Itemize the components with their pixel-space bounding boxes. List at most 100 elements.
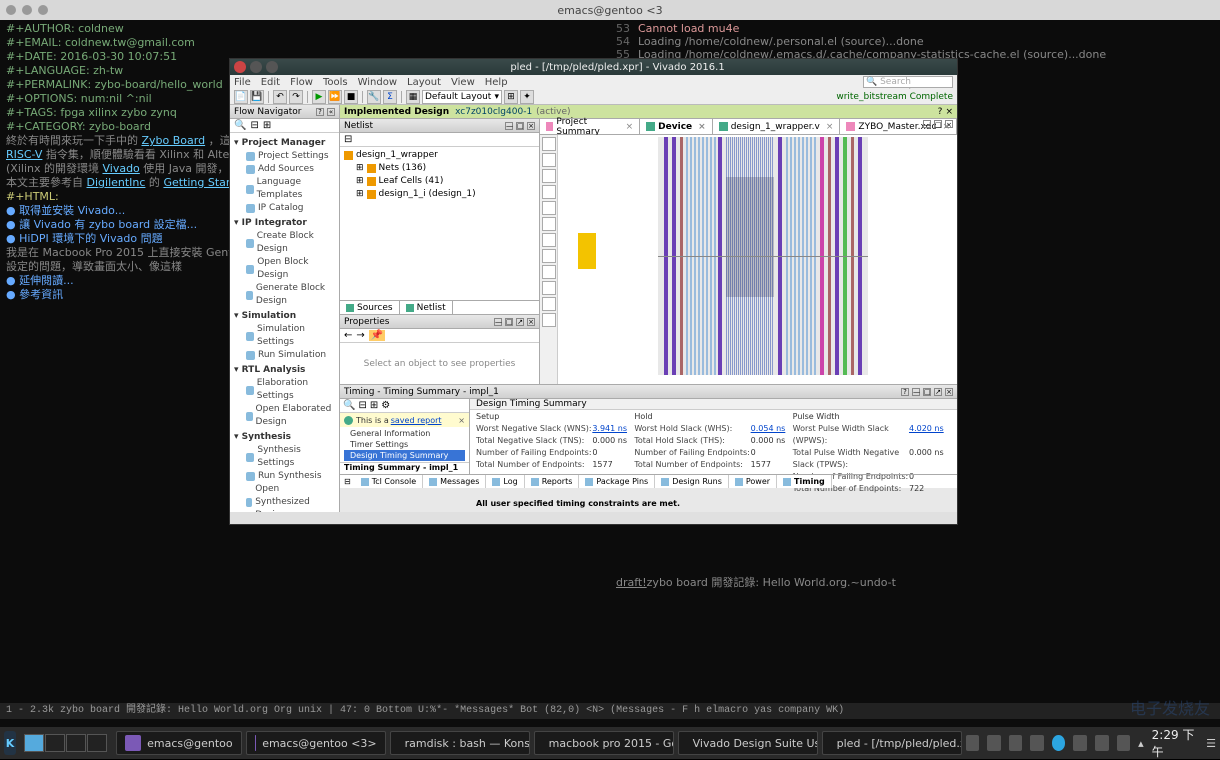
netlist-item[interactable]: design_1_wrapper	[344, 149, 535, 162]
save-icon[interactable]: 💾	[250, 90, 264, 104]
bitstream-icon[interactable]: 🔧	[367, 90, 381, 104]
highlight-icon[interactable]	[542, 233, 556, 247]
layout-dropdown[interactable]: Default Layout▾	[422, 90, 502, 104]
search-icon[interactable]: 🔍	[343, 400, 355, 411]
device-canvas[interactable]	[558, 135, 957, 384]
selected-region[interactable]	[578, 233, 596, 269]
minimize-icon[interactable]	[250, 61, 262, 73]
telegram-icon[interactable]	[1052, 735, 1066, 751]
zoom-fit-icon[interactable]: ⊞	[504, 90, 518, 104]
flow-item[interactable]: Generate Block Design	[234, 282, 335, 308]
filter-icon[interactable]: ⚙	[381, 400, 390, 411]
desktop-pager[interactable]	[24, 734, 108, 752]
bottom-tab-reports[interactable]: Reports	[525, 475, 580, 488]
timing-tree[interactable]: General InformationTimer SettingsDesign …	[340, 427, 469, 462]
close-icon[interactable]	[234, 61, 246, 73]
tray-icon[interactable]	[1009, 735, 1023, 751]
menu-tools[interactable]: Tools	[323, 77, 348, 88]
expand-icon[interactable]: ⊞	[370, 400, 378, 411]
volume-icon[interactable]	[1073, 735, 1087, 751]
clock[interactable]: 2:29 下午	[1152, 726, 1198, 760]
collapse-all-icon[interactable]: ⊟	[250, 120, 258, 131]
zoom-area-icon[interactable]	[542, 185, 556, 199]
redo-icon[interactable]: ↷	[289, 90, 303, 104]
taskbar-item[interactable]: pled - [/tmp/pled/pled.x	[822, 731, 962, 755]
tray-icon[interactable]	[987, 735, 1001, 751]
forward-icon[interactable]: →	[356, 330, 364, 341]
run-icon[interactable]: ▶	[312, 90, 326, 104]
taskbar-item[interactable]: Vivado Design Suite Use	[678, 731, 818, 755]
bottom-tab-power[interactable]: Power	[729, 475, 777, 488]
sigma-icon[interactable]: Σ	[383, 90, 397, 104]
search-icon[interactable]: 🔍	[234, 120, 246, 131]
flow-group[interactable]: ▾ Project Manager	[234, 137, 335, 150]
netlist-item[interactable]: ⊞ design_1_i (design_1)	[344, 188, 535, 201]
taskbar-item[interactable]: emacs@gentoo <3>	[246, 731, 386, 755]
bottom-tab-log[interactable]: Log	[486, 475, 524, 488]
show-desktop-icon[interactable]: ☰	[1206, 737, 1216, 750]
float-icon[interactable]: ↗	[516, 318, 524, 326]
nets-icon[interactable]	[542, 265, 556, 279]
minimize-icon[interactable]: —	[494, 318, 502, 326]
device-tab[interactable]: design_1_wrapper.v×	[713, 119, 841, 134]
layout-icon[interactable]: ▦	[406, 90, 420, 104]
collapse-icon[interactable]: ⊟	[340, 477, 355, 486]
new-icon[interactable]: 📄	[234, 90, 248, 104]
taskbar-item[interactable]: emacs@gentoo	[116, 731, 242, 755]
select-icon[interactable]	[542, 201, 556, 215]
timing-value[interactable]: 4.020 ns	[909, 423, 951, 447]
maximize-icon[interactable]	[266, 61, 278, 73]
flow-item[interactable]: Run Synthesis	[234, 470, 335, 483]
close-icon[interactable]: ×	[527, 318, 535, 326]
flow-item[interactable]: Simulation Settings	[234, 323, 335, 349]
menu-view[interactable]: View	[451, 77, 475, 88]
close-icon[interactable]: ×	[626, 122, 634, 132]
stop-icon[interactable]: ■	[344, 90, 358, 104]
flow-item[interactable]: Language Templates	[234, 176, 335, 202]
search-input[interactable]: 🔍 Search commands	[863, 76, 953, 88]
flow-group[interactable]: ▾ Simulation	[234, 310, 335, 323]
minimize-icon[interactable]: —	[923, 120, 931, 128]
flow-tree[interactable]: ▾ Project ManagerProject SettingsAdd Sou…	[230, 133, 339, 512]
close-icon[interactable]: ×	[698, 122, 706, 132]
help-icon[interactable]: ?	[901, 388, 909, 396]
flow-item[interactable]: IP Catalog	[234, 202, 335, 215]
tray-icon[interactable]	[966, 735, 980, 751]
close-icon[interactable]: ×	[945, 120, 953, 128]
network-icon[interactable]	[1095, 735, 1109, 751]
tray-icon[interactable]	[1030, 735, 1044, 751]
back-icon[interactable]: ←	[344, 330, 352, 341]
maximize-icon[interactable]: □	[516, 122, 524, 130]
close-icon[interactable]: ×	[945, 107, 953, 117]
menu-file[interactable]: File	[234, 77, 251, 88]
flow-item[interactable]: Open Synthesized Design	[234, 483, 335, 512]
bottom-tab-timing[interactable]: Timing	[777, 475, 832, 488]
maximize-icon[interactable]: □	[505, 318, 513, 326]
zoom-in-icon[interactable]	[542, 137, 556, 151]
timing-tree-item[interactable]: General Information	[344, 428, 465, 439]
zoom-fit-icon[interactable]	[542, 169, 556, 183]
flow-group[interactable]: ▾ RTL Analysis	[234, 364, 335, 377]
cells-icon[interactable]	[542, 281, 556, 295]
float-icon[interactable]: ↗	[934, 388, 942, 396]
part-number[interactable]: xc7z010clg400-1	[455, 107, 532, 117]
netlist-tree[interactable]: design_1_wrapper⊞ Nets (136)⊞ Leaf Cells…	[340, 147, 539, 300]
minimize-icon[interactable]: —	[912, 388, 920, 396]
flow-item[interactable]: Run Simulation	[234, 349, 335, 362]
flow-item[interactable]: Create Block Design	[234, 230, 335, 256]
close-icon[interactable]: ×	[826, 122, 834, 132]
battery-icon[interactable]	[1117, 735, 1131, 751]
netlist-item[interactable]: ⊞ Leaf Cells (41)	[344, 175, 535, 188]
bottom-tab-package-pins[interactable]: Package Pins	[579, 475, 655, 488]
collapse-icon[interactable]: ⊟	[344, 134, 352, 145]
close-icon[interactable]	[6, 5, 16, 15]
timing-tree-item[interactable]: Timer Settings	[344, 439, 465, 450]
settings-icon[interactable]	[542, 313, 556, 327]
zoom-out-icon[interactable]	[542, 153, 556, 167]
menu-flow[interactable]: Flow	[290, 77, 313, 88]
bottom-tab-tcl-console[interactable]: Tcl Console	[355, 475, 423, 488]
close-icon[interactable]: ×	[527, 122, 535, 130]
settings-icon[interactable]: ✦	[520, 90, 534, 104]
menu-edit[interactable]: Edit	[261, 77, 280, 88]
taskbar-item[interactable]: macbook pro 2015 - Go	[534, 731, 674, 755]
